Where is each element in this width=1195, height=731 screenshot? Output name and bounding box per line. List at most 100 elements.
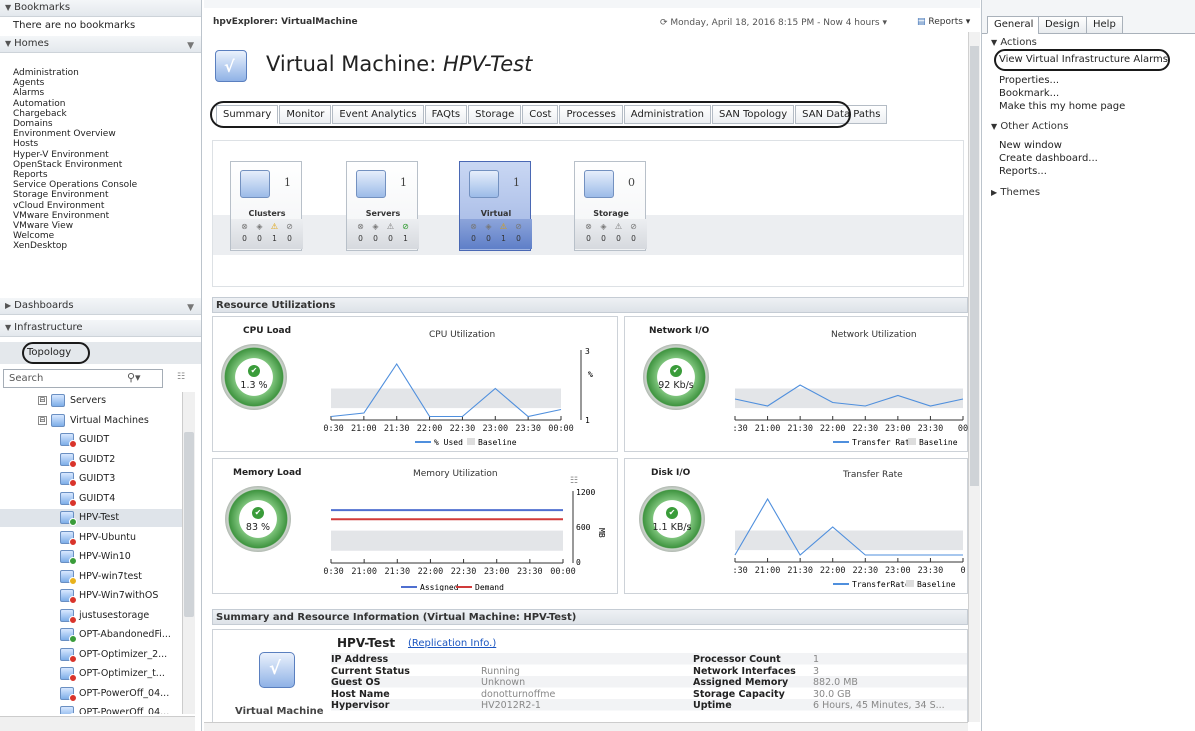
tree-item[interactable]: HPV-Ubuntu — [60, 529, 136, 547]
tree-item-label: HPV-Win10 — [79, 551, 131, 562]
right-panel: General Design Help ▼ Actions View Virtu… — [981, 0, 1195, 731]
info-value: 882.0 MB — [813, 677, 858, 688]
replication-link[interactable]: (Replication Info.) — [408, 638, 496, 649]
x-tick-label: 23:30 — [918, 424, 944, 434]
home-item[interactable]: Storage Environment — [13, 190, 137, 200]
home-item[interactable]: XenDesktop — [13, 241, 137, 251]
info-value: 3 — [813, 665, 820, 677]
h-scrollbar[interactable] — [0, 716, 195, 731]
menu-icon[interactable]: ☷ — [177, 372, 185, 382]
actions-title: Actions — [1000, 37, 1037, 48]
reports-button[interactable]: ▤ Reports ▾ — [917, 17, 970, 27]
home-item[interactable]: Reports — [13, 170, 137, 180]
tree-item[interactable]: HPV-win7test — [60, 568, 142, 586]
cpu-value: 1.3 % — [240, 380, 268, 391]
x-tick-label: 23:00 — [885, 566, 911, 576]
tree-item[interactable]: GUIDT2 — [60, 451, 115, 469]
actions-header[interactable]: ▼ Actions — [991, 37, 1037, 48]
home-item[interactable]: VMware View — [13, 221, 137, 231]
y-mid-label: 600 — [576, 523, 591, 532]
reports-label: Reports — [928, 17, 963, 27]
tree-item[interactable]: justusestorage — [60, 607, 149, 625]
home-item[interactable]: Environment Overview — [13, 129, 137, 139]
action-reports[interactable]: Reports... — [999, 166, 1047, 177]
vm-status-icon — [60, 472, 77, 487]
tab-design[interactable]: Design — [1038, 16, 1087, 34]
search-input[interactable]: Search ⚲▾ — [3, 369, 163, 388]
info-rows-bg — [331, 653, 967, 723]
breadcrumb[interactable]: hpvExplorer: VirtualMachine — [213, 17, 358, 27]
tile-clusters[interactable]: 1 Clusters ⊗ ◈ ⚠ ⊘ 0 0 1 0 — [230, 161, 303, 251]
tree-item[interactable]: ⊟ Virtual Machines — [38, 412, 149, 430]
tree-item[interactable]: GUIDT3 — [60, 470, 115, 488]
action-home-page[interactable]: Make this my home page — [999, 101, 1125, 112]
tree-item[interactable]: GUIDT — [60, 431, 109, 449]
filter-icon[interactable]: ▼ — [187, 41, 194, 51]
x-tick-label: 23:00 — [484, 567, 510, 577]
home-item[interactable]: Hyper-V Environment — [13, 150, 137, 160]
tree-item[interactable]: OPT-AbandonedFi... — [60, 626, 171, 644]
themes-header[interactable]: ▶ Themes — [991, 187, 1040, 198]
tile-icon — [240, 170, 270, 198]
home-item[interactable]: Service Operations Console — [13, 180, 137, 190]
action-create-dashboard[interactable]: Create dashboard... — [999, 153, 1098, 164]
status-icon: ⊘ — [402, 222, 409, 231]
tree-item[interactable]: OPT-Optimizer_2... — [60, 646, 167, 664]
tile-stat-value: 0 — [586, 234, 591, 243]
other-actions-header[interactable]: ▼ Other Actions — [991, 121, 1068, 132]
expand-toggle-icon[interactable]: ⊟ — [38, 415, 47, 425]
x-tick-label: 22:30 — [852, 566, 878, 576]
tab-general[interactable]: General — [987, 16, 1041, 34]
tree-item[interactable]: OPT-PowerOff_04... — [60, 704, 169, 714]
info-key: Assigned Memory — [693, 677, 789, 688]
tree-item[interactable]: OPT-Optimizer_t... — [60, 665, 165, 683]
status-icon: ⊘ — [515, 222, 522, 231]
dashboards-header[interactable]: ▶ Dashboards ▼ — [0, 298, 201, 315]
home-item[interactable]: Agents — [13, 78, 137, 88]
disk-value: 1.1 KB/s — [652, 522, 692, 533]
main-scrollbar[interactable] — [968, 32, 980, 722]
scroll-thumb[interactable] — [184, 432, 194, 617]
tree-item[interactable]: OPT-PowerOff_04... — [60, 685, 169, 703]
tree-item[interactable]: HPV-Win10 — [60, 548, 131, 566]
home-item[interactable]: VMware Environment — [13, 211, 137, 221]
tile-servers[interactable]: 1 Servers ⊗ ◈ ⚠ ⊘ 0 0 0 1 — [346, 161, 419, 251]
time-range[interactable]: ⟳ Monday, April 18, 2016 8:15 PM - Now 4… — [660, 18, 887, 28]
home-item[interactable]: Automation — [13, 99, 137, 109]
bookmarks-header[interactable]: ▼ Bookmarks — [0, 0, 201, 17]
tree-scrollbar[interactable] — [182, 392, 195, 714]
vm-status-icon — [60, 628, 77, 643]
home-item[interactable]: Administration — [13, 68, 137, 78]
tile-virtual-machines[interactable]: 1Virtual Machines⊗◈⚠⊘0010 — [459, 161, 532, 251]
tree-item[interactable]: HPV-Test — [0, 509, 182, 527]
expand-toggle-icon[interactable]: ⊟ — [38, 396, 47, 405]
main-h-scrollbar[interactable] — [204, 722, 968, 731]
main-scroll-thumb[interactable] — [970, 46, 979, 486]
status-icon: ⊗ — [470, 222, 477, 231]
home-item[interactable]: vCloud Environment — [13, 201, 137, 211]
action-new-window[interactable]: New window — [999, 140, 1062, 151]
tree-item-label: GUIDT — [79, 434, 110, 445]
filter-icon[interactable]: ▼ — [187, 303, 194, 313]
home-item[interactable]: Welcome — [13, 231, 137, 241]
search-icon[interactable]: ⚲▾ — [127, 371, 141, 384]
tile-storage[interactable]: 0 Storage ⊗ ◈ ⚠ ⊘ 0 0 0 0 — [574, 161, 647, 251]
home-item[interactable]: Hosts — [13, 139, 137, 149]
homes-header[interactable]: ▼ Homes ▼ — [0, 36, 201, 53]
tree-item[interactable]: GUIDT4 — [60, 490, 115, 508]
collapse-icon: ▼ — [5, 323, 12, 332]
tab-help[interactable]: Help — [1086, 16, 1123, 34]
action-properties[interactable]: Properties... — [999, 75, 1059, 86]
homes-list: Administration Agents Alarms Automation Char… — [13, 68, 137, 252]
infrastructure-header[interactable]: ▼ Infrastructure — [0, 320, 201, 337]
action-bookmark[interactable]: Bookmark... — [999, 88, 1059, 99]
y-unit: MB — [597, 528, 606, 538]
summary-header: Summary and Resource Information (Virtua… — [212, 609, 968, 625]
tree-item[interactable]: HPV-Win7withOS — [60, 587, 158, 605]
home-item[interactable]: Chargeback — [13, 109, 137, 119]
home-item[interactable]: Alarms — [13, 88, 137, 98]
home-item[interactable]: Domains — [13, 119, 137, 129]
tree-item[interactable]: ⊟ Servers — [38, 392, 106, 410]
y-min-label: 1 — [585, 416, 590, 425]
home-item[interactable]: OpenStack Environment — [13, 160, 137, 170]
